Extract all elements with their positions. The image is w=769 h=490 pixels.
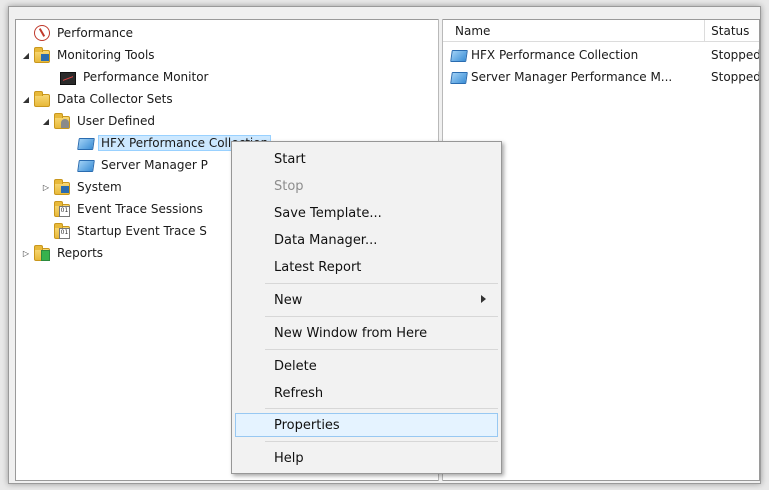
- list-header: Name Status: [443, 20, 759, 42]
- menu-item-help[interactable]: Help: [235, 446, 498, 470]
- log-folder-icon: [54, 200, 70, 217]
- performance-icon: [34, 25, 50, 41]
- list-item-name: Server Manager Performance M...: [471, 70, 673, 84]
- menu-separator: [265, 408, 498, 409]
- tree-item-server-manager[interactable]: Server Manager P: [77, 154, 211, 176]
- tree-item-user-defined[interactable]: ◢ User Defined: [40, 110, 158, 132]
- tree-item-label: Server Manager P: [101, 158, 208, 172]
- submenu-arrow-icon: [481, 295, 486, 303]
- menu-item-data-manager[interactable]: Data Manager...: [235, 228, 498, 252]
- menu-item-stop: Stop: [274, 178, 304, 194]
- list-item-status: Stopped: [711, 48, 760, 62]
- menu-item-delete[interactable]: Delete: [235, 354, 498, 378]
- menu-separator: [265, 283, 498, 284]
- tree-item-label: Startup Event Trace S: [77, 224, 207, 238]
- menu-separator: [265, 316, 498, 317]
- tree-item-reports[interactable]: ▷ Reports: [20, 242, 106, 264]
- menu-item-save-template[interactable]: Save Template...: [235, 201, 498, 225]
- context-menu: Start Stop Save Template... Data Manager…: [231, 141, 502, 474]
- expand-arrow-icon[interactable]: ◢: [20, 49, 32, 61]
- menu-item-latest-report[interactable]: Latest Report: [235, 255, 498, 279]
- data-collector-icon: [77, 160, 95, 172]
- tree-item-label: Event Trace Sessions: [77, 202, 203, 216]
- log-folder-icon: [54, 222, 70, 239]
- menu-item-properties[interactable]: Properties: [235, 413, 498, 437]
- tree-item-label: Performance Monitor: [83, 70, 209, 84]
- tree-item-label: Performance: [57, 26, 134, 40]
- menu-item-new-window[interactable]: New Window from Here: [235, 321, 498, 345]
- tree-item-label: Reports: [57, 246, 104, 260]
- folder-icon: [34, 90, 50, 107]
- tree-item-monitoring-tools[interactable]: ◢ Monitoring Tools: [20, 44, 158, 66]
- tree-item-data-collector-sets[interactable]: ◢ Data Collector Sets: [20, 88, 176, 110]
- list-item[interactable]: HFX Performance Collection Stopped: [443, 44, 759, 66]
- reports-folder-icon: [34, 244, 50, 261]
- tree-item-startup-event-trace[interactable]: Startup Event Trace S: [54, 220, 210, 242]
- collapse-arrow-icon[interactable]: ▷: [20, 247, 32, 259]
- menu-separator: [265, 441, 498, 442]
- tree-item-label: Data Collector Sets: [57, 92, 173, 106]
- data-collector-icon: [450, 50, 468, 62]
- menu-item-start[interactable]: Start: [235, 147, 498, 171]
- expand-arrow-icon[interactable]: ◢: [20, 93, 32, 105]
- data-collector-icon: [450, 72, 468, 84]
- tools-folder-icon: [34, 46, 50, 63]
- user-folder-icon: [54, 112, 70, 129]
- data-collector-icon: [77, 138, 95, 150]
- menu-separator: [265, 349, 498, 350]
- collapse-arrow-icon[interactable]: ▷: [40, 181, 52, 193]
- menu-item-new[interactable]: New: [235, 288, 498, 312]
- list-item[interactable]: Server Manager Performance M... Stopped: [443, 66, 759, 88]
- column-header-status[interactable]: Status: [705, 20, 759, 41]
- folder-icon: [54, 178, 70, 195]
- tree-item-system[interactable]: ▷ System: [40, 176, 125, 198]
- list-item-status: Stopped: [711, 70, 760, 84]
- menu-item-refresh[interactable]: Refresh: [235, 381, 498, 405]
- monitor-icon: [60, 71, 76, 85]
- tree-item-label: System: [77, 180, 122, 194]
- tree-item-label: User Defined: [77, 114, 155, 128]
- menu-item-label: New: [274, 292, 303, 308]
- tree-item-label: Monitoring Tools: [57, 48, 155, 62]
- expand-arrow-icon[interactable]: ◢: [40, 115, 52, 127]
- tree-item-performance-monitor[interactable]: Performance Monitor: [60, 66, 211, 88]
- tree-item-event-trace-sessions[interactable]: Event Trace Sessions: [54, 198, 206, 220]
- list-item-name: HFX Performance Collection: [471, 48, 639, 62]
- column-header-name[interactable]: Name: [443, 20, 706, 41]
- tree-item-performance[interactable]: Performance: [20, 22, 136, 44]
